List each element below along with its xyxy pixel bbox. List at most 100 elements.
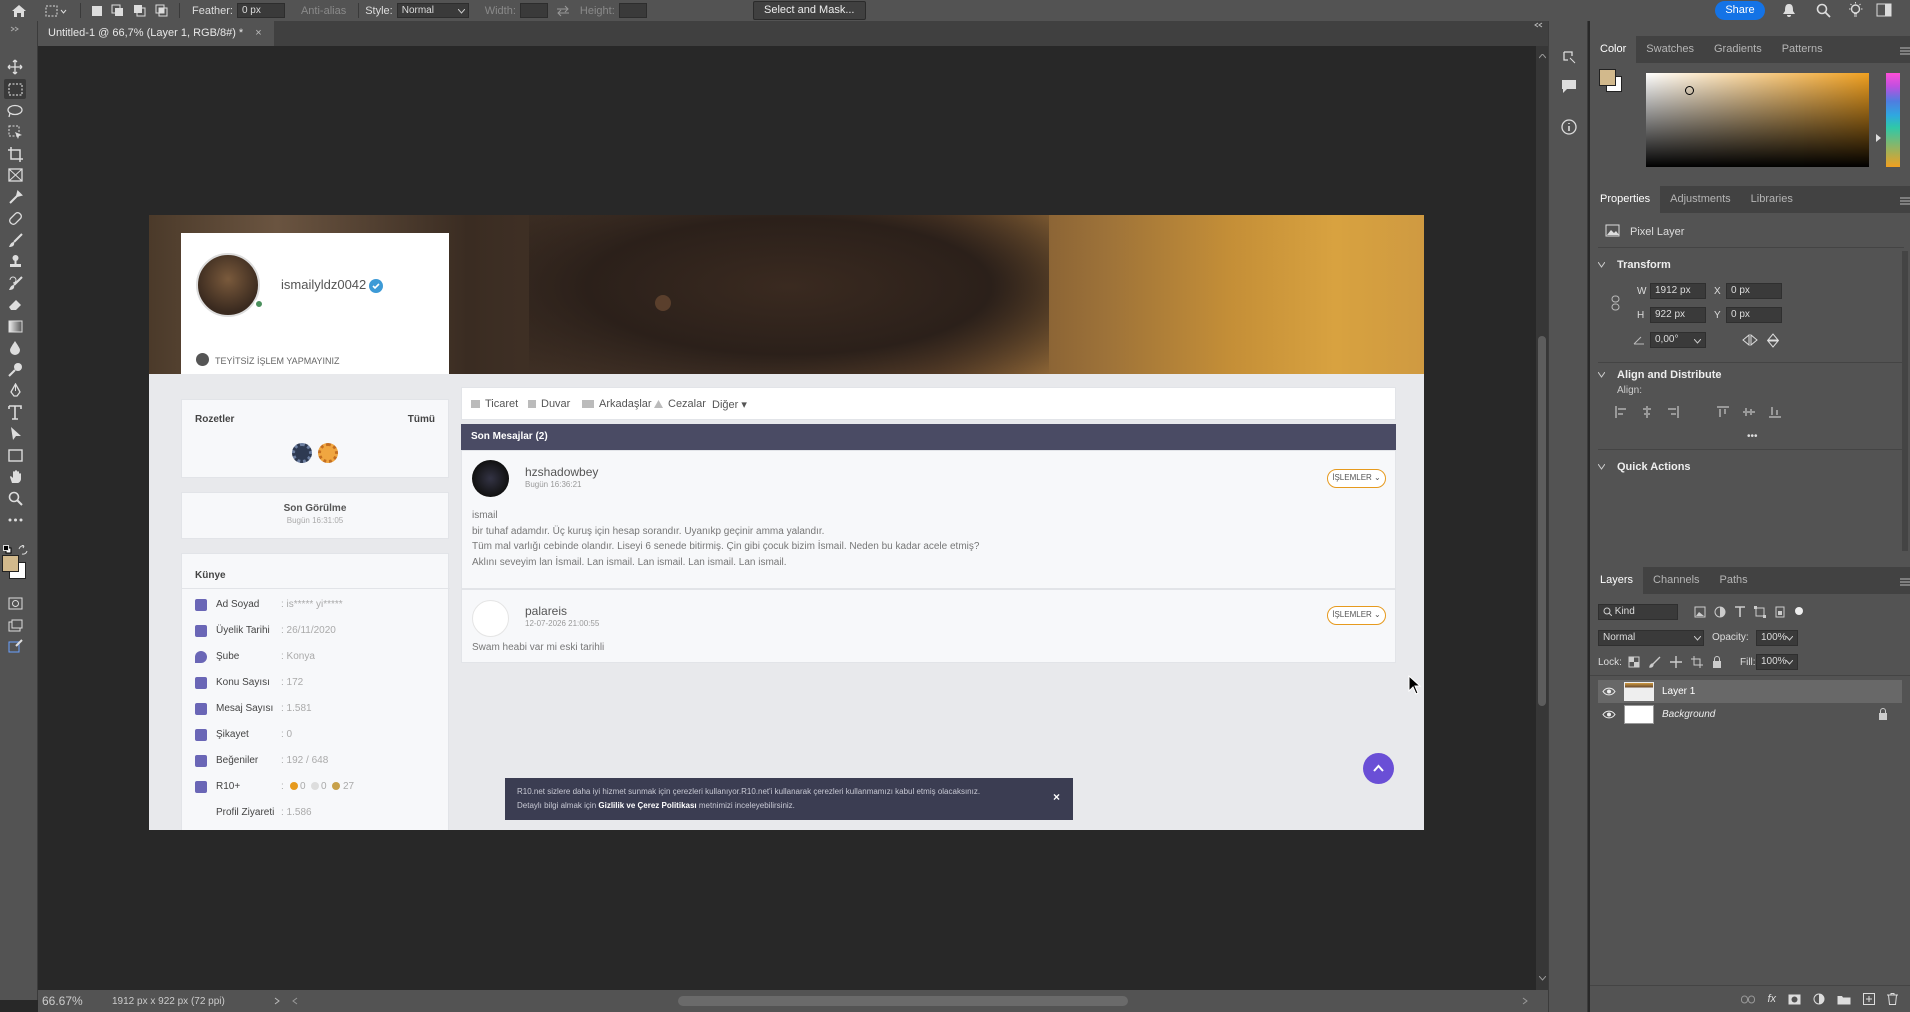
hue-slider[interactable] [1886, 73, 1900, 167]
feather-input[interactable]: 0 px [236, 3, 285, 18]
scroll-left-icon[interactable] [292, 997, 298, 1005]
fx-icon[interactable]: fx [1767, 993, 1776, 1005]
close-icon[interactable]: × [255, 21, 261, 46]
chevron-right-icon[interactable] [274, 997, 280, 1005]
align-bottom-icon[interactable] [1769, 406, 1781, 418]
properties-scrollbar[interactable] [1902, 251, 1908, 551]
zoom-tool-icon[interactable] [4, 488, 26, 508]
scroll-right-icon[interactable] [1522, 997, 1528, 1005]
vertical-scroll-thumb[interactable] [1538, 336, 1546, 706]
flip-horizontal-icon[interactable] [1742, 334, 1758, 346]
scroll-down-icon[interactable] [1539, 976, 1546, 981]
comments-icon[interactable] [1561, 79, 1577, 94]
tab-adjustments[interactable]: Adjustments [1660, 186, 1741, 213]
tab-arkadaslar[interactable]: Arkadaşlar [582, 398, 652, 410]
collapse-icon[interactable] [4, 24, 26, 34]
quick-actions-title[interactable]: Quick Actions [1617, 461, 1691, 473]
image-filter-icon[interactable] [1694, 606, 1706, 618]
islemler-button[interactable]: İŞLEMLER ⌄ [1327, 606, 1386, 625]
history-brush-tool-icon[interactable] [4, 273, 26, 293]
lock-position-icon[interactable] [1670, 656, 1682, 668]
chevron-down-icon[interactable] [1786, 660, 1793, 665]
workspace-icon[interactable] [1876, 3, 1892, 17]
adjustment-filter-icon[interactable] [1714, 606, 1726, 618]
crop-tool-icon[interactable] [4, 144, 26, 164]
avatar[interactable] [472, 460, 509, 497]
privacy-policy-link[interactable]: Gizlilik ve Çerez Politikası [598, 801, 696, 810]
align-middle-icon[interactable] [1743, 406, 1755, 418]
move-tool-icon[interactable] [4, 57, 26, 77]
add-mask-icon[interactable] [1788, 994, 1801, 1005]
lock-artboard-icon[interactable] [1691, 656, 1703, 668]
frame-tool-icon[interactable] [4, 165, 26, 185]
message-author[interactable]: hzshadowbey [525, 465, 598, 479]
dodge-tool-icon[interactable] [4, 359, 26, 379]
add-selection-icon[interactable] [107, 1, 129, 20]
link-icon[interactable] [1611, 295, 1621, 311]
rectangle-tool-icon[interactable] [4, 445, 26, 465]
quick-mask-icon[interactable] [4, 593, 26, 613]
collapse-panels-icon[interactable] [1534, 22, 1544, 28]
tab-duvar[interactable]: Duvar [528, 398, 570, 410]
document-canvas[interactable]: ismailyldz0042 TEYİTSİZ İŞLEM YAPMAYINIZ… [149, 215, 1424, 830]
lasso-tool-icon[interactable] [4, 101, 26, 121]
align-top-icon[interactable] [1717, 406, 1729, 418]
clone-stamp-tool-icon[interactable] [4, 251, 26, 271]
document-info[interactable]: 1912 px x 922 px (72 ppi) [112, 996, 262, 1007]
badge-icon[interactable] [318, 443, 338, 463]
vertical-scrollbar[interactable] [1536, 46, 1548, 990]
swap-colors-icon[interactable] [18, 545, 28, 555]
zoom-level[interactable]: 66.67% [42, 994, 112, 1008]
document-tab[interactable]: Untitled-1 @ 66,7% (Layer 1, RGB/8#) * × [38, 21, 274, 46]
filter-toggle-icon[interactable] [1794, 606, 1804, 616]
width-input[interactable] [519, 3, 548, 18]
layer-row[interactable]: Layer 1 [1598, 680, 1902, 703]
more-options-icon[interactable]: ••• [1747, 431, 1758, 442]
chevron-down-icon[interactable] [1694, 339, 1701, 344]
message-author[interactable]: palareis [525, 604, 567, 618]
lightbulb-icon[interactable] [1848, 2, 1863, 18]
new-layer-icon[interactable] [1863, 993, 1875, 1005]
antialias-checkbox[interactable]: Anti-alias [301, 5, 346, 17]
new-selection-icon[interactable] [87, 1, 107, 20]
islemler-button[interactable]: İŞLEMLER ⌄ [1327, 469, 1386, 488]
share-button[interactable]: Share [1715, 1, 1765, 20]
color-picker-cursor[interactable] [1685, 86, 1694, 95]
select-and-mask-button[interactable]: Select and Mask... [753, 1, 866, 20]
more-tools-icon[interactable] [4, 510, 26, 530]
chevron-down-icon[interactable] [1786, 636, 1793, 641]
search-icon[interactable] [1816, 3, 1831, 18]
y-input[interactable]: 0 px [1726, 307, 1782, 323]
screen-mode-icon[interactable] [4, 615, 26, 635]
default-colors-icon[interactable] [3, 545, 12, 554]
tab-channels[interactable]: Channels [1643, 567, 1709, 594]
eyedropper-tool-icon[interactable] [4, 187, 26, 207]
tab-gradients[interactable]: Gradients [1704, 36, 1772, 63]
home-icon[interactable] [0, 1, 38, 20]
path-selection-tool-icon[interactable] [4, 423, 26, 443]
lock-transparent-icon[interactable] [1628, 656, 1640, 668]
shape-filter-icon[interactable] [1754, 606, 1766, 618]
bell-icon[interactable] [1782, 3, 1796, 18]
blur-tool-icon[interactable] [4, 337, 26, 357]
chevron-down-icon[interactable] [1598, 464, 1605, 470]
eraser-tool-icon[interactable] [4, 294, 26, 314]
adjustment-layer-icon[interactable] [1813, 993, 1825, 1005]
avatar[interactable] [472, 600, 509, 637]
new-group-icon[interactable] [1837, 994, 1851, 1005]
chevron-right-icon[interactable] [1876, 76, 1881, 142]
width-input[interactable]: 1912 px [1650, 283, 1706, 299]
foreground-color-swatch[interactable] [2, 555, 19, 572]
chevron-down-icon[interactable] [1694, 636, 1701, 641]
layer-name[interactable]: Layer 1 [1662, 686, 1695, 697]
lock-icon[interactable] [1878, 708, 1888, 720]
chevron-down-icon[interactable] [1598, 372, 1605, 378]
tab-ticaret[interactable]: Ticaret [471, 398, 518, 410]
scroll-top-button[interactable] [1363, 753, 1394, 784]
smart-object-filter-icon[interactable] [1774, 606, 1786, 618]
tab-cezalar[interactable]: Cezalar [654, 398, 706, 410]
history-icon[interactable] [1561, 49, 1577, 65]
tab-color[interactable]: Color [1590, 36, 1637, 63]
height-input[interactable] [618, 3, 647, 18]
pen-tool-icon[interactable] [4, 380, 26, 400]
